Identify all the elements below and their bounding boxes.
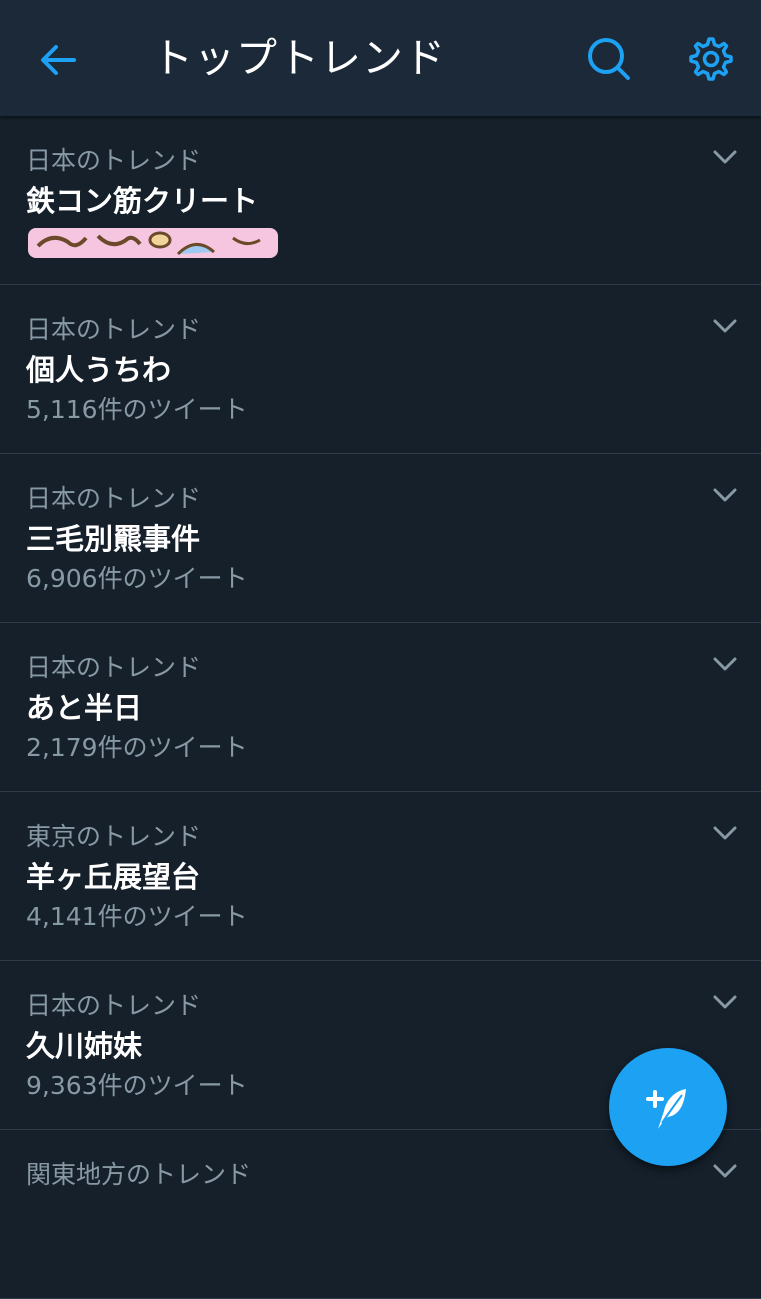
trend-item[interactable]: 日本のトレンド 個人うちわ 5,116件のツイート xyxy=(0,285,761,454)
trend-name: 三毛別羆事件 xyxy=(26,522,201,556)
compose-tweet-icon xyxy=(646,1089,686,1129)
trend-item[interactable]: 日本のトレンド 三毛別羆事件 6,906件のツイート xyxy=(0,454,761,623)
trend-context: 日本のトレンド xyxy=(26,315,202,344)
compose-tweet-button[interactable] xyxy=(609,1048,727,1166)
gear-icon xyxy=(689,37,733,81)
trend-context: 関東地方のトレンド xyxy=(26,1160,252,1189)
trend-name: 久川姉妹 xyxy=(26,1029,143,1063)
page-title: トップトレンド xyxy=(152,34,446,82)
chevron-down-icon[interactable] xyxy=(712,486,738,504)
trend-item[interactable]: 日本のトレンド あと半日 2,179件のツイート xyxy=(0,623,761,792)
trend-context: 日本のトレンド xyxy=(26,146,202,175)
trend-item[interactable]: 東京のトレンド 羊ヶ丘展望台 4,141件のツイート xyxy=(0,792,761,961)
sticker-image xyxy=(28,228,278,258)
back-button[interactable] xyxy=(32,34,84,86)
trend-name: 鉄コン筋クリート xyxy=(26,184,259,218)
chevron-down-icon[interactable] xyxy=(712,993,738,1011)
arrow-left-icon xyxy=(41,45,76,75)
search-icon xyxy=(588,38,630,80)
trend-context: 日本のトレンド xyxy=(26,484,202,513)
tweet-count: 5,116件のツイート xyxy=(26,395,248,424)
trend-context: 東京のトレンド xyxy=(26,822,202,851)
trend-name: あと半日 xyxy=(26,691,143,725)
chevron-down-icon[interactable] xyxy=(712,655,738,673)
tweet-count: 2,179件のツイート xyxy=(26,733,248,762)
trend-name: 羊ヶ丘展望台 xyxy=(26,860,201,894)
trend-context: 日本のトレンド xyxy=(26,653,202,682)
tweet-count: 9,363件のツイート xyxy=(26,1071,248,1100)
chevron-down-icon[interactable] xyxy=(712,1162,738,1180)
tweet-count: 4,141件のツイート xyxy=(26,902,248,931)
settings-button[interactable] xyxy=(684,32,738,86)
trend-name: 個人うちわ xyxy=(26,353,172,387)
tweet-count: 6,906件のツイート xyxy=(26,564,248,593)
search-button[interactable] xyxy=(582,32,636,86)
top-bar: トップトレンド xyxy=(0,0,761,116)
chevron-down-icon[interactable] xyxy=(712,148,738,166)
chevron-down-icon[interactable] xyxy=(712,824,738,842)
trend-item[interactable]: 日本のトレンド 鉄コン筋クリート xyxy=(0,116,761,285)
trend-context: 日本のトレンド xyxy=(26,991,202,1020)
chevron-down-icon[interactable] xyxy=(712,317,738,335)
